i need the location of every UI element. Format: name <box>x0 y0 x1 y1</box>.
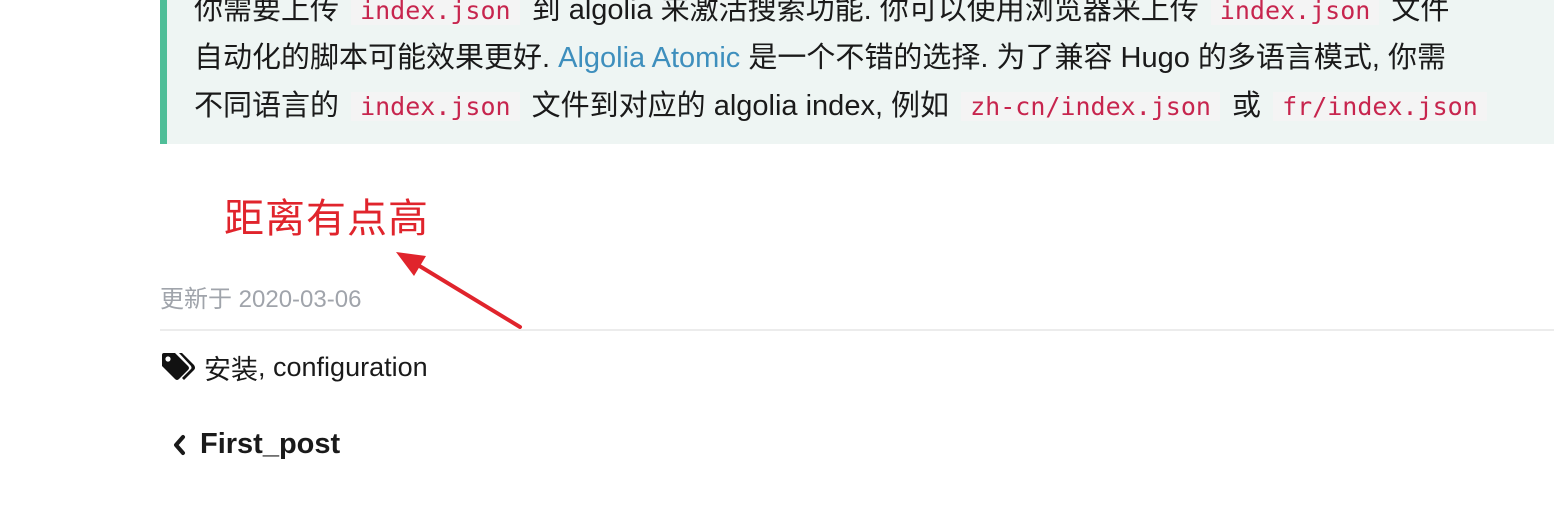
admonition-text: 自动化的脚本可能效果更好. <box>194 42 551 74</box>
updated-date: 更新于 2020-03-06 <box>160 286 362 313</box>
algolia-atomic-link[interactable]: Algolia Atomic <box>558 42 740 74</box>
admonition-line-3: 不同语言的 index.json 文件到对应的 algolia index, 例… <box>194 82 1554 130</box>
prev-post-label: First_post <box>200 428 341 460</box>
inline-code: index.json <box>351 0 520 25</box>
tag-link-configuration[interactable]: configuration <box>273 352 428 383</box>
annotation-label: 距离有点高 <box>224 197 429 241</box>
tags-icon <box>162 352 195 380</box>
inline-code: index.json <box>351 92 520 121</box>
admonition-text: 文件 <box>1391 0 1450 26</box>
prev-post-link[interactable]: First_post <box>172 428 340 461</box>
admonition-text: 文件到对应的 algolia index, 例如 <box>531 90 950 122</box>
inline-code: index.json <box>1210 0 1380 25</box>
inline-code: zh-cn/index.json <box>961 92 1220 121</box>
tag-separator: , <box>258 352 274 382</box>
post-tags: 安装 , configuration <box>160 348 428 387</box>
inline-code: fr/index.json <box>1273 92 1487 121</box>
admonition-text: 不同语言的 <box>194 90 340 122</box>
page: 你需要上传 index.json 到 algolia 来激活搜索功能. 你可以使… <box>0 0 1554 530</box>
tag-link-install[interactable]: 安装 <box>204 348 258 387</box>
admonition-text: 是一个不错的选择. 为了兼容 Hugo 的多语言模式, 你需 <box>748 42 1447 74</box>
admonition-line-1: 你需要上传 index.json 到 algolia 来激活搜索功能. 你可以使… <box>194 0 1554 34</box>
chevron-left-icon <box>174 434 185 455</box>
admonition-text: 到 algolia 来激活搜索功能. 你可以使用浏览器来上传 <box>531 0 1199 26</box>
admonition-note: 你需要上传 index.json 到 algolia 来激活搜索功能. 你可以使… <box>160 0 1554 144</box>
divider <box>160 329 1554 331</box>
admonition-line-2: 自动化的脚本可能效果更好. Algolia Atomic 是一个不错的选择. 为… <box>194 34 1554 82</box>
admonition-text: 或 <box>1232 90 1262 122</box>
admonition-text: 你需要上传 <box>194 0 340 26</box>
